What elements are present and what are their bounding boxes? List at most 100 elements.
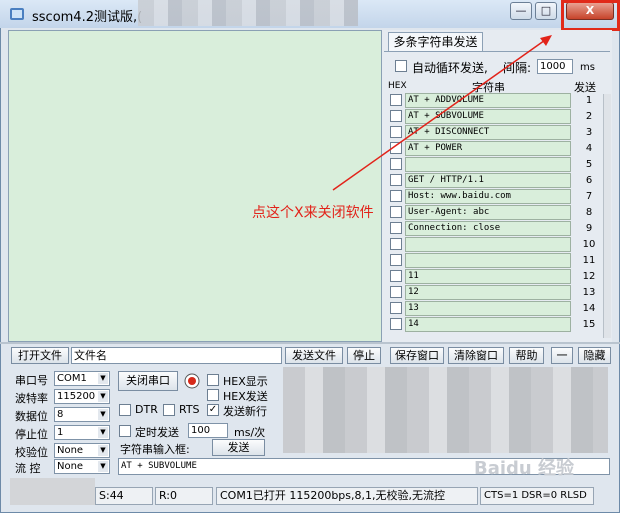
port-label: 串口号 <box>15 374 48 387</box>
rts-label: RTS <box>179 403 200 416</box>
row-hex-checkbox[interactable] <box>390 302 402 314</box>
row-send-button[interactable]: 13 <box>576 285 602 300</box>
collapse-button[interactable]: 一 <box>551 347 573 364</box>
data-bits-label: 数据位 <box>15 410 48 423</box>
row-hex-checkbox[interactable] <box>390 222 402 234</box>
row-send-button[interactable]: 1 <box>576 93 602 108</box>
row-string-field[interactable]: AT + SUBVOLUME <box>405 109 571 124</box>
row-string-field[interactable] <box>405 157 571 172</box>
data-bits-select[interactable]: 8 ▼ <box>54 407 110 422</box>
auto-loop-label: 自动循环发送, <box>412 61 488 75</box>
row-string-field[interactable]: Host: www.baidu.com <box>405 189 571 204</box>
row-string-field[interactable]: 12 <box>405 285 571 300</box>
string-input-label: 字符串输入框: <box>120 443 190 456</box>
annotation-text: 点这个X来关闭软件 <box>252 205 374 221</box>
row-hex-checkbox[interactable] <box>390 254 402 266</box>
timed-interval-input[interactable]: 100 <box>188 423 228 438</box>
row-hex-checkbox[interactable] <box>390 174 402 186</box>
parity-select[interactable]: None ▼ <box>54 443 110 458</box>
help-button[interactable]: 帮助 <box>509 347 544 364</box>
row-send-button[interactable]: 15 <box>576 317 602 332</box>
string-list-scrollbar[interactable] <box>603 94 611 338</box>
send-button[interactable]: 发送 <box>212 439 265 456</box>
send-file-button[interactable]: 发送文件 <box>285 347 343 364</box>
save-window-button[interactable]: 保存窗口 <box>390 347 444 364</box>
baud-label: 波特率 <box>15 392 48 405</box>
row-send-button[interactable]: 6 <box>576 173 602 188</box>
row-string-field[interactable]: AT + DISCONNECT <box>405 125 571 140</box>
row-string-field[interactable] <box>405 253 571 268</box>
row-send-button[interactable]: 8 <box>576 205 602 220</box>
row-hex-checkbox[interactable] <box>390 190 402 202</box>
timed-send-checkbox[interactable] <box>119 425 131 437</box>
port-status-text: COM1已打开 115200bps,8,1,无校验,无流控 <box>216 487 478 505</box>
row-string-field[interactable]: 13 <box>405 301 571 316</box>
row-string-field[interactable]: User-Agent: abc <box>405 205 571 220</box>
receive-area[interactable] <box>8 30 382 342</box>
data-bits-value: 8 <box>57 409 64 420</box>
hex-send-checkbox[interactable] <box>207 389 219 401</box>
hide-button[interactable]: 隐藏 <box>578 347 611 364</box>
watermark-text: Baidu 经验 <box>474 458 575 479</box>
flow-value: None <box>57 461 84 472</box>
baud-value: 115200 <box>57 391 96 402</box>
row-hex-checkbox[interactable] <box>390 238 402 250</box>
newline-checkbox[interactable]: ✓ <box>207 404 219 416</box>
line-status-text: CTS=1 DSR=0 RLSD <box>480 487 594 505</box>
sent-count: S:44 <box>95 487 153 505</box>
row-hex-checkbox[interactable] <box>390 142 402 154</box>
hex-show-checkbox[interactable] <box>207 374 219 386</box>
row-string-field[interactable]: AT + POWER <box>405 141 571 156</box>
chevron-down-icon: ▼ <box>98 445 108 456</box>
hex-send-label: HEX发送 <box>223 390 268 403</box>
row-send-button[interactable]: 3 <box>576 125 602 140</box>
port-select[interactable]: COM1 ▼ <box>54 371 110 386</box>
row-send-button[interactable]: 9 <box>576 221 602 236</box>
row-hex-checkbox[interactable] <box>390 126 402 138</box>
interval-input[interactable]: 1000 <box>537 59 573 74</box>
row-string-field[interactable]: 14 <box>405 317 571 332</box>
minimize-button[interactable]: — <box>510 2 532 20</box>
stop-button[interactable]: 停止 <box>347 347 381 364</box>
close-port-button[interactable]: 关闭串口 <box>118 371 178 391</box>
rts-checkbox[interactable] <box>163 404 175 416</box>
stop-bits-select[interactable]: 1 ▼ <box>54 425 110 440</box>
chevron-down-icon: ▼ <box>98 461 108 472</box>
flow-label: 流 控 <box>15 462 41 475</box>
row-hex-checkbox[interactable] <box>390 286 402 298</box>
row-string-field[interactable] <box>405 237 571 252</box>
newline-label: 发送新行 <box>223 405 267 418</box>
blurred-title-region <box>138 0 358 26</box>
row-hex-checkbox[interactable] <box>390 110 402 122</box>
row-hex-checkbox[interactable] <box>390 318 402 330</box>
dtr-checkbox[interactable] <box>119 404 131 416</box>
row-send-button[interactable]: 5 <box>576 157 602 172</box>
row-hex-checkbox[interactable] <box>390 270 402 282</box>
clear-window-button[interactable]: 清除窗口 <box>448 347 504 364</box>
parity-label: 校验位 <box>15 446 48 459</box>
row-string-field[interactable]: 11 <box>405 269 571 284</box>
row-send-button[interactable]: 14 <box>576 301 602 316</box>
row-hex-checkbox[interactable] <box>390 206 402 218</box>
blurred-status-region <box>10 478 95 505</box>
row-hex-checkbox[interactable] <box>390 158 402 170</box>
flow-select[interactable]: None ▼ <box>54 459 110 474</box>
row-send-button[interactable]: 12 <box>576 269 602 284</box>
auto-loop-checkbox[interactable] <box>395 60 407 72</box>
open-file-button[interactable]: 打开文件 <box>11 347 69 364</box>
maximize-button[interactable]: □ <box>535 2 557 20</box>
row-send-button[interactable]: 2 <box>576 109 602 124</box>
file-name-input[interactable]: 文件名 <box>71 347 282 364</box>
row-send-button[interactable]: 10 <box>576 237 602 252</box>
stop-bits-label: 停止位 <box>15 428 48 441</box>
row-send-button[interactable]: 4 <box>576 141 602 156</box>
row-string-field[interactable]: AT + ADDVOLUME <box>405 93 571 108</box>
row-hex-checkbox[interactable] <box>390 94 402 106</box>
timed-unit: ms/次 <box>234 426 266 439</box>
row-string-field[interactable]: GET / HTTP/1.1 <box>405 173 571 188</box>
row-string-field[interactable]: Connection: close <box>405 221 571 236</box>
baud-select[interactable]: 115200 ▼ <box>54 389 110 404</box>
row-send-button[interactable]: 7 <box>576 189 602 204</box>
row-send-button[interactable]: 11 <box>576 253 602 268</box>
tab-multi-string[interactable]: 多条字符串发送 <box>388 32 483 51</box>
